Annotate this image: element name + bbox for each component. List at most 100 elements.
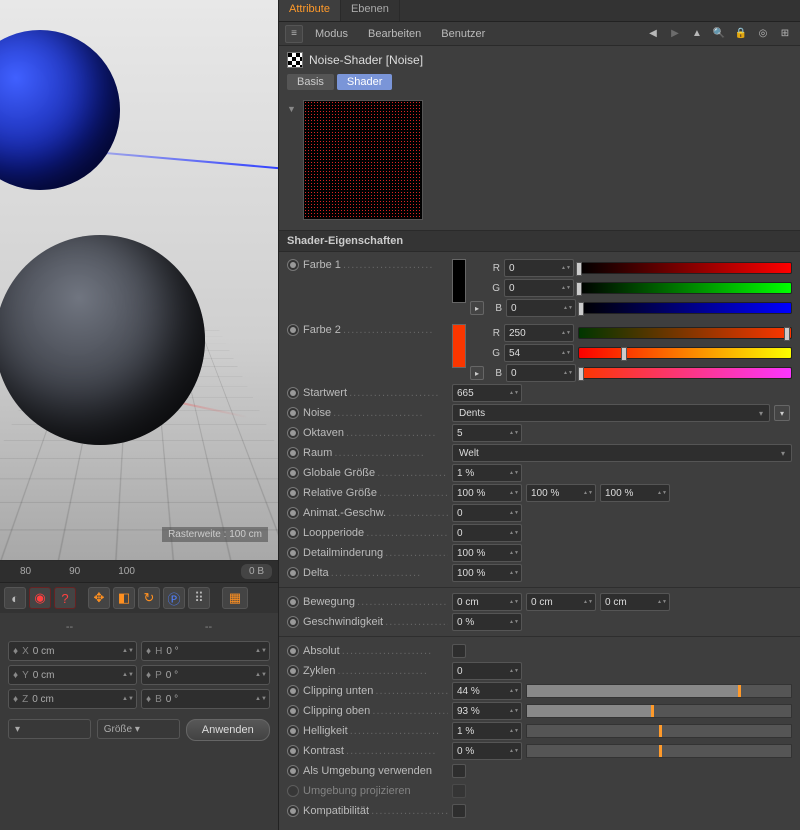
farbe2-r-input[interactable]: 250▲▼ — [504, 324, 574, 342]
size-select[interactable]: Größe ▾ — [97, 719, 180, 739]
anim-toggle[interactable] — [287, 507, 299, 519]
farbe1-r-slider[interactable] — [578, 262, 792, 274]
tool-help-icon[interactable]: ? — [54, 587, 76, 609]
farbe2-b-slider[interactable] — [580, 367, 792, 379]
farbe2-g-input[interactable]: 54▲▼ — [504, 344, 574, 362]
spinner-arrows-icon[interactable]: ▲▼ — [255, 649, 265, 654]
anim-toggle[interactable] — [287, 705, 299, 717]
bewegung-1-input[interactable]: 0 cm▲▼ — [452, 593, 522, 611]
clipping-oben-slider[interactable] — [526, 704, 792, 718]
tool-position-icon[interactable]: Ⓟ — [163, 587, 185, 609]
anim-toggle[interactable] — [287, 725, 299, 737]
als-umgebung-checkbox[interactable] — [452, 764, 466, 778]
nav-up-icon[interactable]: ▲ — [688, 25, 706, 43]
tool-rotate-icon[interactable]: ↻ — [138, 587, 160, 609]
expand-farbe1-icon[interactable]: ▸ — [470, 301, 484, 315]
coord-y-input[interactable]: ♦Y0 cm▲▼ — [8, 665, 137, 685]
anim-toggle-farbe2[interactable] — [287, 324, 299, 336]
tool-grid-icon[interactable]: ⠿ — [188, 587, 210, 609]
expand-farbe2-icon[interactable]: ▸ — [470, 366, 484, 380]
tool-scale-icon[interactable]: ◧ — [113, 587, 135, 609]
lock-icon[interactable]: 🔒 — [732, 25, 750, 43]
rel-groesse-1-input[interactable]: 100 %▲▼ — [452, 484, 522, 502]
noise-dropdown[interactable]: Dents — [452, 404, 770, 422]
farbe1-r-input[interactable]: 0▲▼ — [504, 259, 574, 277]
farbe1-g-slider[interactable] — [578, 282, 792, 294]
oktaven-input[interactable]: 5▲▼ — [452, 424, 522, 442]
farbe2-b-input[interactable]: 0▲▼ — [506, 364, 576, 382]
farbe2-r-slider[interactable] — [578, 327, 792, 339]
anim-toggle[interactable] — [287, 805, 299, 817]
rel-groesse-2-input[interactable]: 100 %▲▼ — [526, 484, 596, 502]
loopperiode-input[interactable]: 0▲▼ — [452, 524, 522, 542]
sphere-blue[interactable] — [0, 30, 120, 190]
menu-benutzer[interactable]: Benutzer — [433, 28, 493, 40]
ruler-badge[interactable]: 0 B — [241, 564, 272, 579]
spinner-arrows-icon[interactable]: ▲▼ — [122, 697, 132, 702]
raum-dropdown[interactable]: Welt — [452, 444, 792, 462]
anim-toggle[interactable] — [287, 745, 299, 757]
target-icon[interactable]: ◎ — [754, 25, 772, 43]
helligkeit-input[interactable]: 1 %▲▼ — [452, 722, 522, 740]
clipping-unten-input[interactable]: 44 %▲▼ — [452, 682, 522, 700]
shader-preview[interactable] — [303, 100, 423, 220]
startwert-input[interactable]: 665▲▼ — [452, 384, 522, 402]
spinner-arrows-icon[interactable]: ▲▼ — [122, 673, 132, 678]
anim-toggle[interactable] — [287, 665, 299, 677]
zyklen-input[interactable]: 0▲▼ — [452, 662, 522, 680]
menu-hamburger-icon[interactable]: ≡ — [285, 25, 303, 43]
anim-toggle[interactable] — [287, 487, 299, 499]
geschwindigkeit-input[interactable]: 0 %▲▼ — [452, 613, 522, 631]
spinner-arrows-icon[interactable]: ▲▼ — [255, 673, 265, 678]
clipping-oben-input[interactable]: 93 %▲▼ — [452, 702, 522, 720]
farbe2-g-slider[interactable] — [578, 347, 792, 359]
anim-toggle[interactable] — [287, 527, 299, 539]
kontrast-slider[interactable] — [526, 744, 792, 758]
anim-toggle[interactable] — [287, 467, 299, 479]
farbe1-g-input[interactable]: 0▲▼ — [504, 279, 574, 297]
anim-toggle[interactable] — [287, 596, 299, 608]
tool-move-icon[interactable]: ✥ — [88, 587, 110, 609]
detailminderung-input[interactable]: 100 %▲▼ — [452, 544, 522, 562]
anim-toggle-farbe1[interactable] — [287, 259, 299, 271]
anim-toggle[interactable] — [287, 407, 299, 419]
anim-toggle[interactable] — [287, 645, 299, 657]
menu-bearbeiten[interactable]: Bearbeiten — [360, 28, 429, 40]
subtab-basis[interactable]: Basis — [287, 74, 334, 90]
coord-p-input[interactable]: ♦P0 °▲▼ — [141, 665, 270, 685]
anim-geschw-input[interactable]: 0▲▼ — [452, 504, 522, 522]
anim-toggle[interactable] — [287, 765, 299, 777]
helligkeit-slider[interactable] — [526, 724, 792, 738]
tool-globe-icon[interactable]: ◐ — [4, 587, 26, 609]
tool-film-icon[interactable]: ▦ — [222, 587, 248, 609]
timeline-ruler[interactable]: 80 90 100 0 B — [0, 561, 278, 583]
new-window-icon[interactable]: ⊞ — [776, 25, 794, 43]
anim-toggle[interactable] — [287, 427, 299, 439]
subtab-shader[interactable]: Shader — [337, 74, 392, 90]
tab-ebenen[interactable]: Ebenen — [341, 0, 400, 21]
globale-groesse-input[interactable]: 1 %▲▼ — [452, 464, 522, 482]
tool-record-icon[interactable]: ◉ — [29, 587, 51, 609]
apply-button[interactable]: Anwenden — [186, 719, 271, 741]
sphere-dark[interactable] — [0, 235, 205, 445]
nav-back-icon[interactable]: ◀ — [644, 25, 662, 43]
farbe1-b-input[interactable]: 0▲▼ — [506, 299, 576, 317]
color-swatch-farbe1[interactable] — [452, 259, 466, 303]
search-icon[interactable]: 🔍 — [710, 25, 728, 43]
tab-attribute[interactable]: Attribute — [279, 0, 341, 21]
clipping-unten-slider[interactable] — [526, 684, 792, 698]
viewport-3d[interactable]: Rasterweite : 100 cm — [0, 0, 278, 560]
menu-modus[interactable]: Modus — [307, 28, 356, 40]
spinner-arrows-icon[interactable]: ▲▼ — [255, 697, 265, 702]
mode-select-1[interactable]: ▾ — [8, 719, 91, 739]
delta-input[interactable]: 100 %▲▼ — [452, 564, 522, 582]
spinner-arrows-icon[interactable]: ▲▼ — [122, 649, 132, 654]
noise-picker-icon[interactable]: ▾ — [774, 405, 790, 421]
farbe1-b-slider[interactable] — [580, 302, 792, 314]
rel-groesse-3-input[interactable]: 100 %▲▼ — [600, 484, 670, 502]
nav-fwd-icon[interactable]: ▶ — [666, 25, 684, 43]
absolut-checkbox[interactable] — [452, 644, 466, 658]
kompat-checkbox[interactable] — [452, 804, 466, 818]
coord-x-input[interactable]: ♦X0 cm▲▼ — [8, 641, 137, 661]
bewegung-2-input[interactable]: 0 cm▲▼ — [526, 593, 596, 611]
